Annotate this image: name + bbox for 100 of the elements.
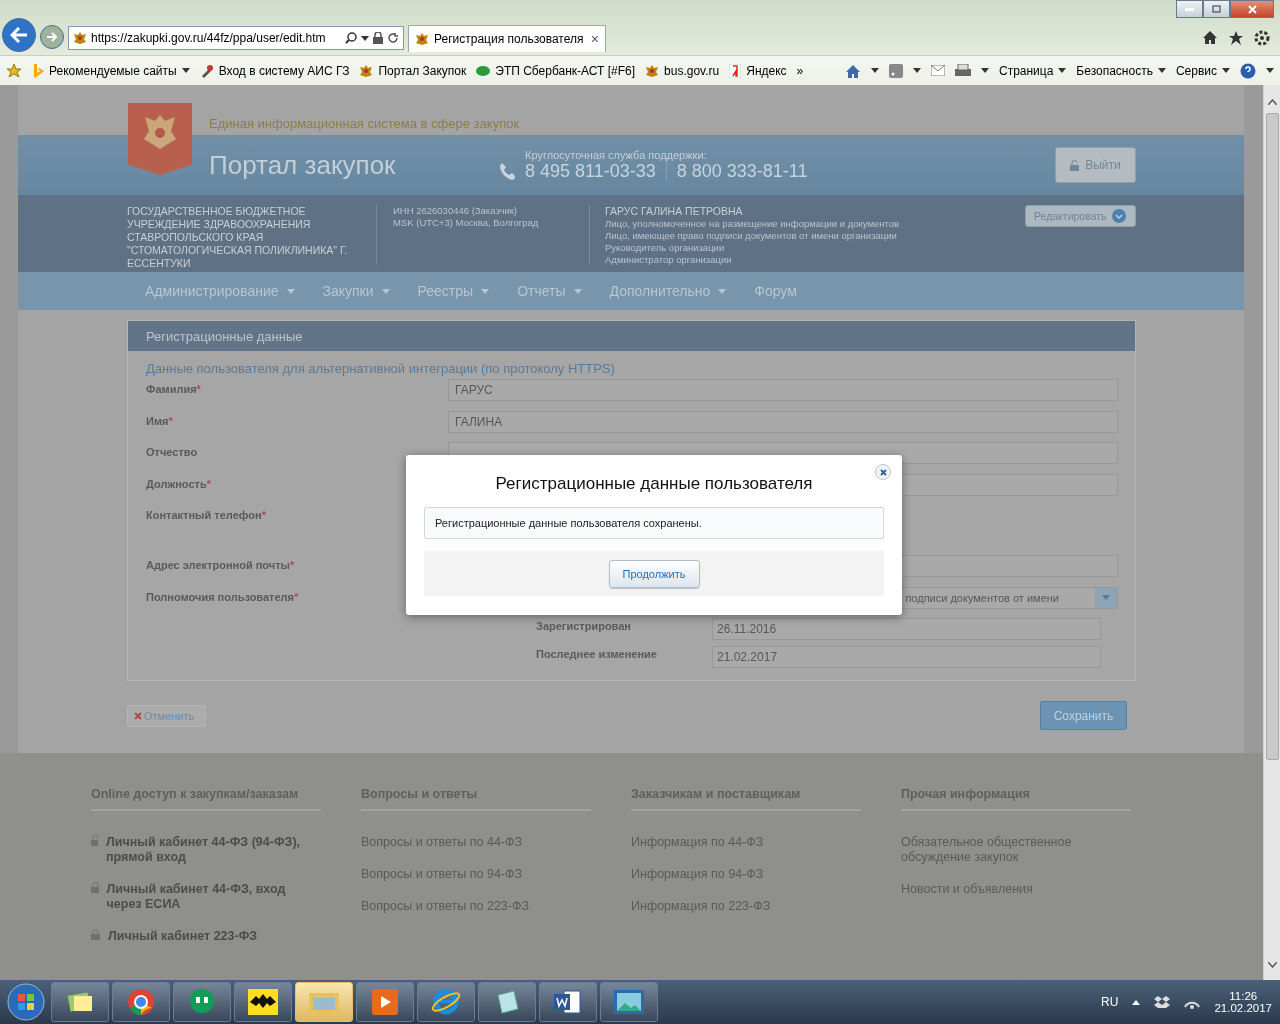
dropdown-caret-icon [361, 35, 369, 41]
printer-icon[interactable] [954, 63, 971, 78]
emblem-icon [645, 63, 660, 78]
close-button[interactable] [1230, 0, 1274, 18]
phone-icon [499, 162, 515, 180]
favorite-link[interactable]: Яндекс [729, 63, 787, 78]
taskbar-button[interactable] [173, 982, 231, 1022]
folder-icon [309, 990, 339, 1014]
scroll-thumb[interactable] [1265, 113, 1279, 760]
input-field[interactable]: ГАЛИНА [448, 410, 1118, 433]
help-icon[interactable] [1240, 62, 1256, 79]
start-button[interactable] [4, 982, 48, 1022]
forward-arrow-icon [46, 32, 58, 42]
tab-close-button[interactable]: × [590, 31, 599, 47]
settings-icon[interactable] [1254, 30, 1270, 46]
caret-icon [1222, 68, 1230, 73]
taskbar-button[interactable] [51, 982, 109, 1022]
site-icon [73, 31, 87, 45]
edit-button[interactable]: Редактировать [1025, 205, 1136, 227]
tab-title: Регистрация пользователя [434, 32, 585, 46]
minimize-button[interactable] [1176, 0, 1203, 18]
system-name: Единая информационная система в сфере закупок [209, 116, 520, 131]
home-icon[interactable] [1202, 30, 1218, 44]
feed-icon[interactable] [888, 63, 903, 78]
taskbar-button[interactable] [112, 982, 170, 1022]
user-role: Администратор организации [605, 254, 733, 266]
field-label: Последнее изменение [536, 647, 658, 662]
command-menu[interactable]: Страница [998, 63, 1067, 78]
caret-icon [1157, 68, 1166, 73]
chrome-icon [127, 988, 155, 1016]
portal-title: Портал закупок [209, 149, 397, 181]
save-button[interactable]: Сохранить [1040, 701, 1127, 730]
nav-menu-item[interactable]: Отчеты [517, 283, 582, 299]
favorite-link[interactable]: ЭТП Сбербанк-АСТ [#F6] [476, 63, 636, 78]
back-button[interactable] [2, 18, 36, 52]
show-hidden-icons[interactable] [1132, 999, 1141, 1005]
caret-icon [181, 68, 190, 73]
cancel-button[interactable]: Отменить [127, 704, 206, 727]
favorites-star-icon[interactable] [6, 63, 22, 78]
notepad-icon [494, 989, 520, 1015]
nav-menu-item[interactable]: Дополнительно [609, 283, 727, 299]
star-icon[interactable] [1228, 30, 1244, 46]
maximize-button[interactable] [1203, 0, 1230, 18]
nav-menu-item[interactable]: Администрирование [145, 283, 295, 299]
refresh-icon[interactable] [387, 32, 399, 44]
scroll-up-icon[interactable] [1267, 99, 1277, 105]
clock-time[interactable]: 11:26 [1229, 990, 1258, 1002]
ie-icon [431, 988, 461, 1016]
nav-menu-item[interactable]: Реестры [417, 283, 490, 299]
taskbar-button[interactable] [478, 982, 536, 1022]
home-icon[interactable] [844, 63, 861, 78]
favorite-link[interactable]: bus.gov.ru [645, 63, 720, 78]
taskbar-button[interactable] [356, 982, 414, 1022]
url-text: https://zakupki.gov.ru/44fz/ppa/user/edit.htm [91, 31, 327, 45]
logout-button[interactable]: Выйти [1055, 147, 1136, 183]
mail-icon[interactable] [930, 65, 945, 76]
more-button[interactable]: » [796, 63, 804, 78]
caret-icon [381, 288, 390, 294]
close-button[interactable] [875, 464, 891, 480]
scrollbar[interactable] [1263, 85, 1280, 980]
word-document-icon [554, 989, 582, 1015]
support-label: Круглосуточная служба поддержки: [524, 148, 708, 161]
continue-button[interactable]: Продолжить [608, 559, 700, 588]
lock-icon [373, 32, 383, 44]
organization-name: ГОСУДАРСТВЕННОЕ БЮДЖЕТНОЕ УЧРЕЖДЕНИЕ ЗДРАВООХРАНЕНИЯ СТАВРОПОЛЬСКОГО КРАЯ "СТОМАТОЛОГИЧЕСКАЯ ПОЛИКЛИНИКА" Г. ЕССЕНТУКИ [127, 205, 377, 265]
taskbar-button[interactable] [234, 982, 292, 1022]
address-bar[interactable]: https://zakupki.gov.ru/44fz/ppa/user/edit.htm [68, 26, 404, 50]
input-field[interactable]: ГАРУС [448, 379, 1118, 401]
forward-button[interactable] [40, 25, 64, 49]
field-value: 26.11.2016 [717, 622, 777, 636]
site-icon [415, 32, 429, 46]
taskbar-button[interactable] [539, 982, 597, 1022]
command-menu[interactable]: Безопасность [1076, 63, 1166, 78]
image-viewer-icon [614, 990, 644, 1014]
language-indicator[interactable]: RU [1101, 995, 1119, 1009]
favorite-link[interactable]: Рекомендуемые сайты [32, 63, 190, 78]
favorite-link[interactable]: Портал Закупок [359, 63, 467, 78]
nav-menu-item[interactable]: Закупки [322, 283, 390, 299]
footer-link[interactable]: Личный кабинет 44-ФЗ (94-ФЗ), прямой вход [105, 835, 321, 865]
caret-icon [286, 288, 295, 294]
search-icon[interactable] [345, 32, 357, 44]
command-menu[interactable]: Сервис [1175, 63, 1230, 78]
chat-bubble-icon [188, 988, 216, 1016]
user-role: Руководитель организации [605, 242, 726, 254]
footer-link[interactable]: Личный кабинет 223-ФЗ [108, 929, 258, 944]
lock-icon [91, 835, 98, 846]
nav-menu-item[interactable]: Форум [754, 283, 797, 299]
favorite-link[interactable]: Вход в систему АИС ГЗ [199, 63, 350, 78]
close-icon [879, 468, 887, 476]
media-player-icon [372, 989, 398, 1015]
scroll-down-icon[interactable] [1267, 962, 1277, 968]
user-role: Лицо, уполномоченное на размещение информации и документов [605, 218, 901, 230]
lock-icon [91, 882, 99, 893]
browser-tab[interactable]: Регистрация пользователя × [408, 25, 606, 52]
close-icon [134, 711, 142, 720]
footer-link[interactable]: Личный кабинет 44-ФЗ, вход через ЕСИА [106, 882, 321, 912]
panel-title: Регистрационные данные [146, 328, 303, 344]
field-label: Имя* [146, 413, 174, 429]
clock-date[interactable]: 21.02.2017 [1214, 1002, 1272, 1014]
dropbox-icon[interactable] [1154, 995, 1171, 1009]
